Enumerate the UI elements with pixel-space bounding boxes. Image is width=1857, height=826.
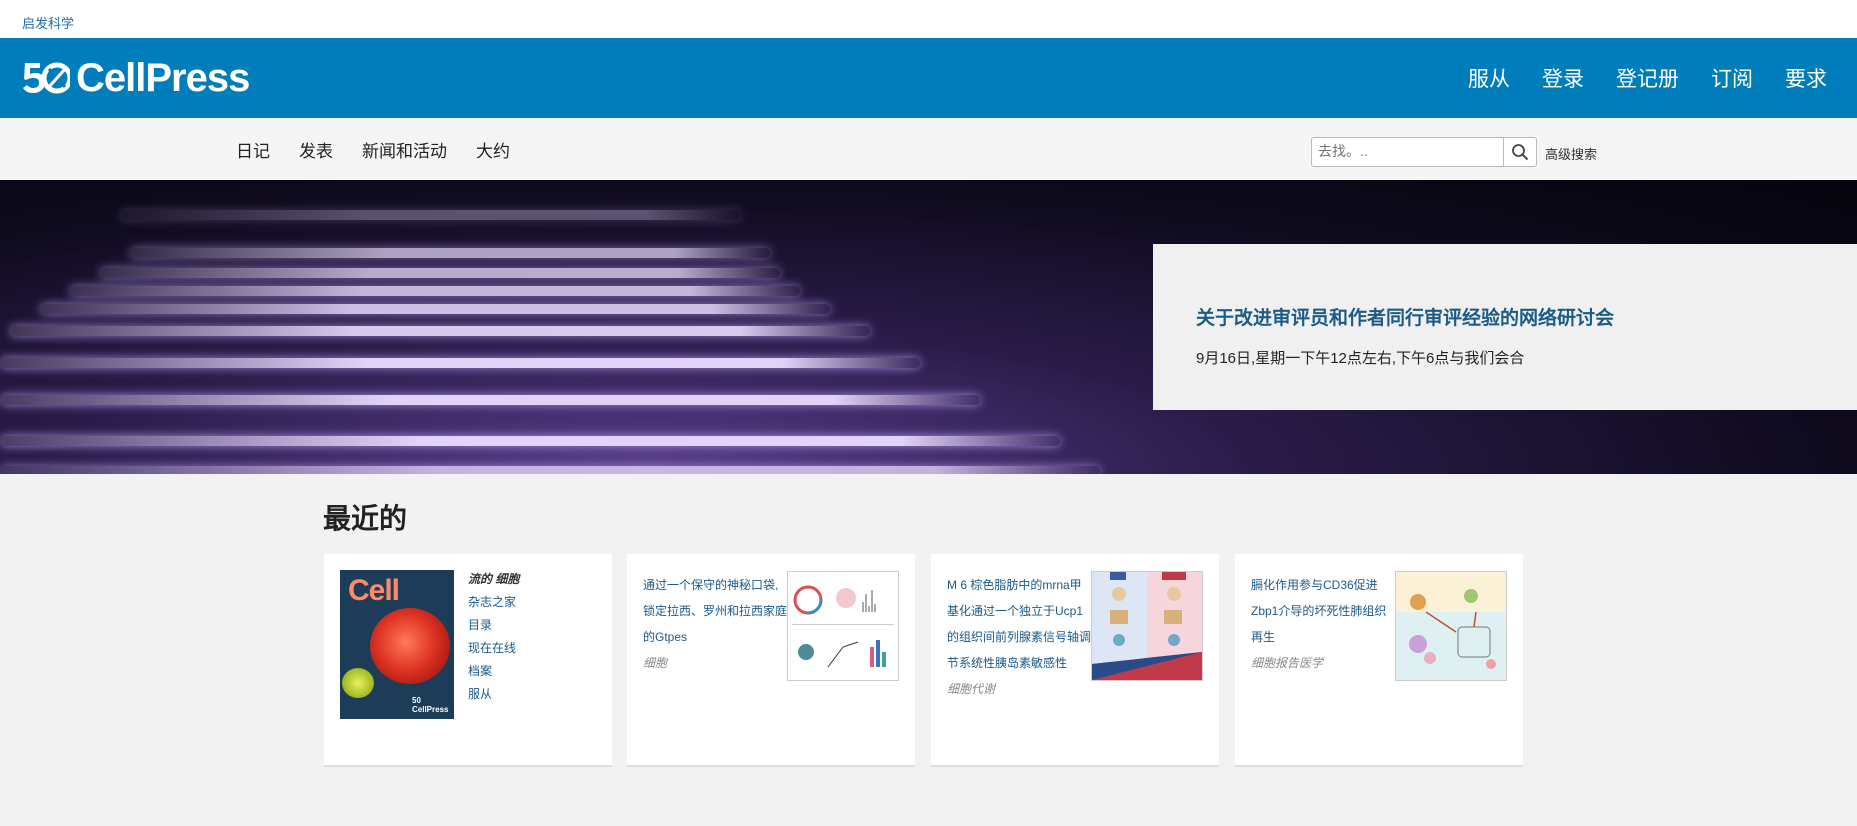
toc-link[interactable]: 目录 xyxy=(468,618,519,641)
article-journal: 细胞报告医学 xyxy=(1251,656,1324,670)
search-box xyxy=(1311,137,1537,167)
article-title[interactable]: 膈化作用参与CD36促进Zbp1介导的坏死性肺组织再生 xyxy=(1251,572,1395,650)
article-journal: 细胞 xyxy=(643,656,668,670)
cover-title: Cell xyxy=(348,574,400,607)
site-header: CellPress 服从 登录 登记册 订阅 要求 xyxy=(0,38,1857,118)
nav-journals[interactable]: 日记 xyxy=(236,137,270,162)
top-utility-bar: 启发科学 xyxy=(0,0,1857,39)
hero-title[interactable]: 关于改进审评员和作者同行审评经验的网络研讨会 xyxy=(1196,303,1614,330)
article-title[interactable]: 通过一个保守的神秘口袋,锁定拉西、罗州和拉西家庭的Gtpes xyxy=(643,572,787,650)
graphical-abstract-image[interactable] xyxy=(787,571,899,681)
submit-link[interactable]: 服从 xyxy=(468,687,519,710)
journal-home-link[interactable]: 杂志之家 xyxy=(468,595,519,618)
header-nav-register[interactable]: 登记册 xyxy=(1616,63,1679,93)
advanced-search-link[interactable]: 高级搜索 xyxy=(1545,144,1597,163)
nav-about[interactable]: 大约 xyxy=(476,137,510,162)
cover-brand: 50 CellPress xyxy=(412,696,449,714)
logo-text: CellPress xyxy=(76,55,250,100)
header-nav-login[interactable]: 登录 xyxy=(1542,63,1584,93)
yellow-cell-illustration xyxy=(342,668,374,698)
article-card: 膈化作用参与CD36促进Zbp1介导的坏死性肺组织再生 细胞报告医学 xyxy=(1235,554,1523,767)
header-nav-claim[interactable]: 要求 xyxy=(1785,63,1827,93)
online-now-link[interactable]: 现在在线 xyxy=(468,641,519,664)
header-nav-subscribe[interactable]: 订阅 xyxy=(1711,63,1753,93)
article-card: M 6 棕色脂肪中的mrna甲基化通过一个独立于Ucp1的组织间前列腺素信号轴调… xyxy=(931,554,1219,767)
article-title[interactable]: M 6 棕色脂肪中的mrna甲基化通过一个独立于Ucp1的组织间前列腺素信号轴调… xyxy=(947,572,1091,676)
header-nav: 服从 登录 登记册 订阅 要求 xyxy=(1436,38,1827,118)
archive-link[interactable]: 档案 xyxy=(468,664,519,687)
header-nav-submit[interactable]: 服从 xyxy=(1468,63,1510,93)
cell-cover-image[interactable]: Cell 50 CellPress xyxy=(340,570,454,719)
hero-promo-card[interactable]: 关于改进审评员和作者同行审评经验的网络研讨会 9月16日,星期一下午12点左右,… xyxy=(1153,244,1857,410)
recent-heading: 最近的 xyxy=(323,503,408,534)
cellpress-logo[interactable]: CellPress xyxy=(22,55,250,100)
graphical-abstract-image[interactable] xyxy=(1091,571,1203,681)
nav-publish[interactable]: 发表 xyxy=(299,137,333,162)
hero-banner: 关于改进审评员和作者同行审评经验的网络研讨会 9月16日,星期一下午12点左右,… xyxy=(0,180,1857,474)
nav-news-events[interactable]: 新闻和活动 xyxy=(362,137,447,162)
graphical-abstract-image[interactable] xyxy=(1395,571,1507,681)
inspire-science-link[interactable]: 启发科学 xyxy=(22,13,74,32)
search-input[interactable] xyxy=(1312,138,1510,164)
secondary-nav: 日记 发表 新闻和活动 大约 高级搜索 xyxy=(0,118,1857,181)
journal-card-cell: Cell 50 CellPress 流的 细胞 杂志之家 目录 现在在线 档案 … xyxy=(324,554,612,767)
search-icon xyxy=(1512,144,1529,161)
article-journal: 细胞代谢 xyxy=(947,682,996,696)
fifty-logo-icon xyxy=(23,62,70,94)
red-blood-cell-illustration xyxy=(370,608,450,684)
journal-name: 流的 细胞 xyxy=(468,572,520,586)
article-card: 通过一个保守的神秘口袋,锁定拉西、罗州和拉西家庭的Gtpes 细胞 xyxy=(627,554,915,767)
hero-subtitle: 9月16日,星期一下午12点左右,下午6点与我们会合 xyxy=(1196,350,1525,367)
search-button[interactable] xyxy=(1503,138,1536,166)
